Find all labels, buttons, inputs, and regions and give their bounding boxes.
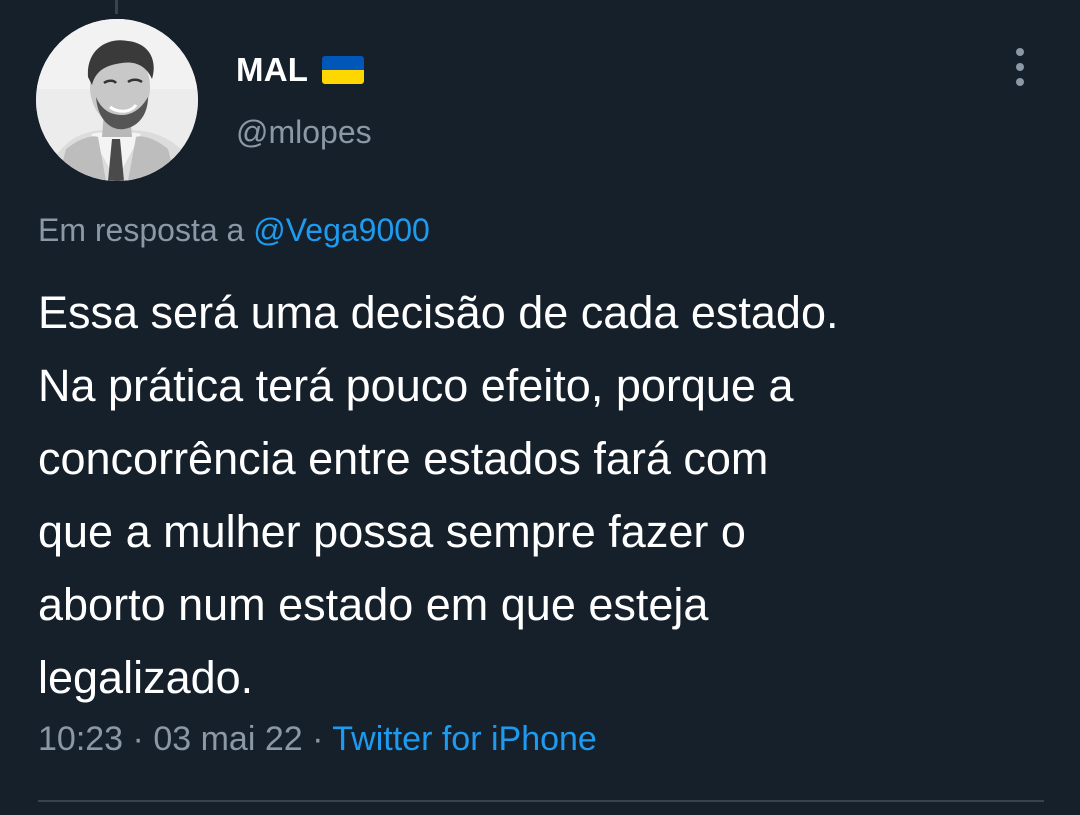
avatar[interactable]: [36, 19, 198, 181]
tweet-text-line: que a mulher possa sempre fazer o: [38, 506, 746, 557]
avatar-photo: [36, 19, 198, 181]
tweet-text-line: Essa será uma decisão de cada estado.: [38, 287, 839, 338]
author-display-name[interactable]: MAL: [236, 51, 308, 89]
reply-prefix: Em resposta a: [38, 212, 245, 248]
ukraine-flag-icon: [322, 56, 365, 84]
meta-separator: ·: [312, 720, 324, 758]
more-dot: [1016, 48, 1024, 56]
reply-mention-link[interactable]: @Vega9000: [253, 212, 430, 248]
author-handle[interactable]: @mlopes: [236, 114, 372, 151]
tweet-meta: 10:23 · 03 mai 22 · Twitter for iPhone: [38, 720, 597, 759]
divider: [38, 800, 1044, 802]
tweet-text-line: concorrência entre estados fará com: [38, 433, 769, 484]
thread-connector-line: [115, 0, 118, 14]
tweet-text-line: Na prática terá pouco efeito, porque a: [38, 360, 794, 411]
tweet-source-link[interactable]: Twitter for iPhone: [332, 720, 597, 758]
reply-context: Em resposta a @Vega9000: [38, 212, 430, 249]
meta-separator: ·: [132, 720, 144, 758]
more-dot: [1016, 63, 1024, 71]
tweet-text-line: aborto num estado em que esteja: [38, 579, 709, 630]
more-options-icon[interactable]: [1000, 44, 1040, 90]
tweet-date[interactable]: 03 mai 22: [153, 720, 302, 758]
tweet-text: Essa será uma decisão de cada estado. Na…: [38, 276, 1048, 714]
tweet-time[interactable]: 10:23: [38, 720, 123, 758]
tweet-text-line: legalizado.: [38, 652, 254, 703]
more-dot: [1016, 78, 1024, 86]
author-name-row[interactable]: MAL: [236, 48, 365, 92]
